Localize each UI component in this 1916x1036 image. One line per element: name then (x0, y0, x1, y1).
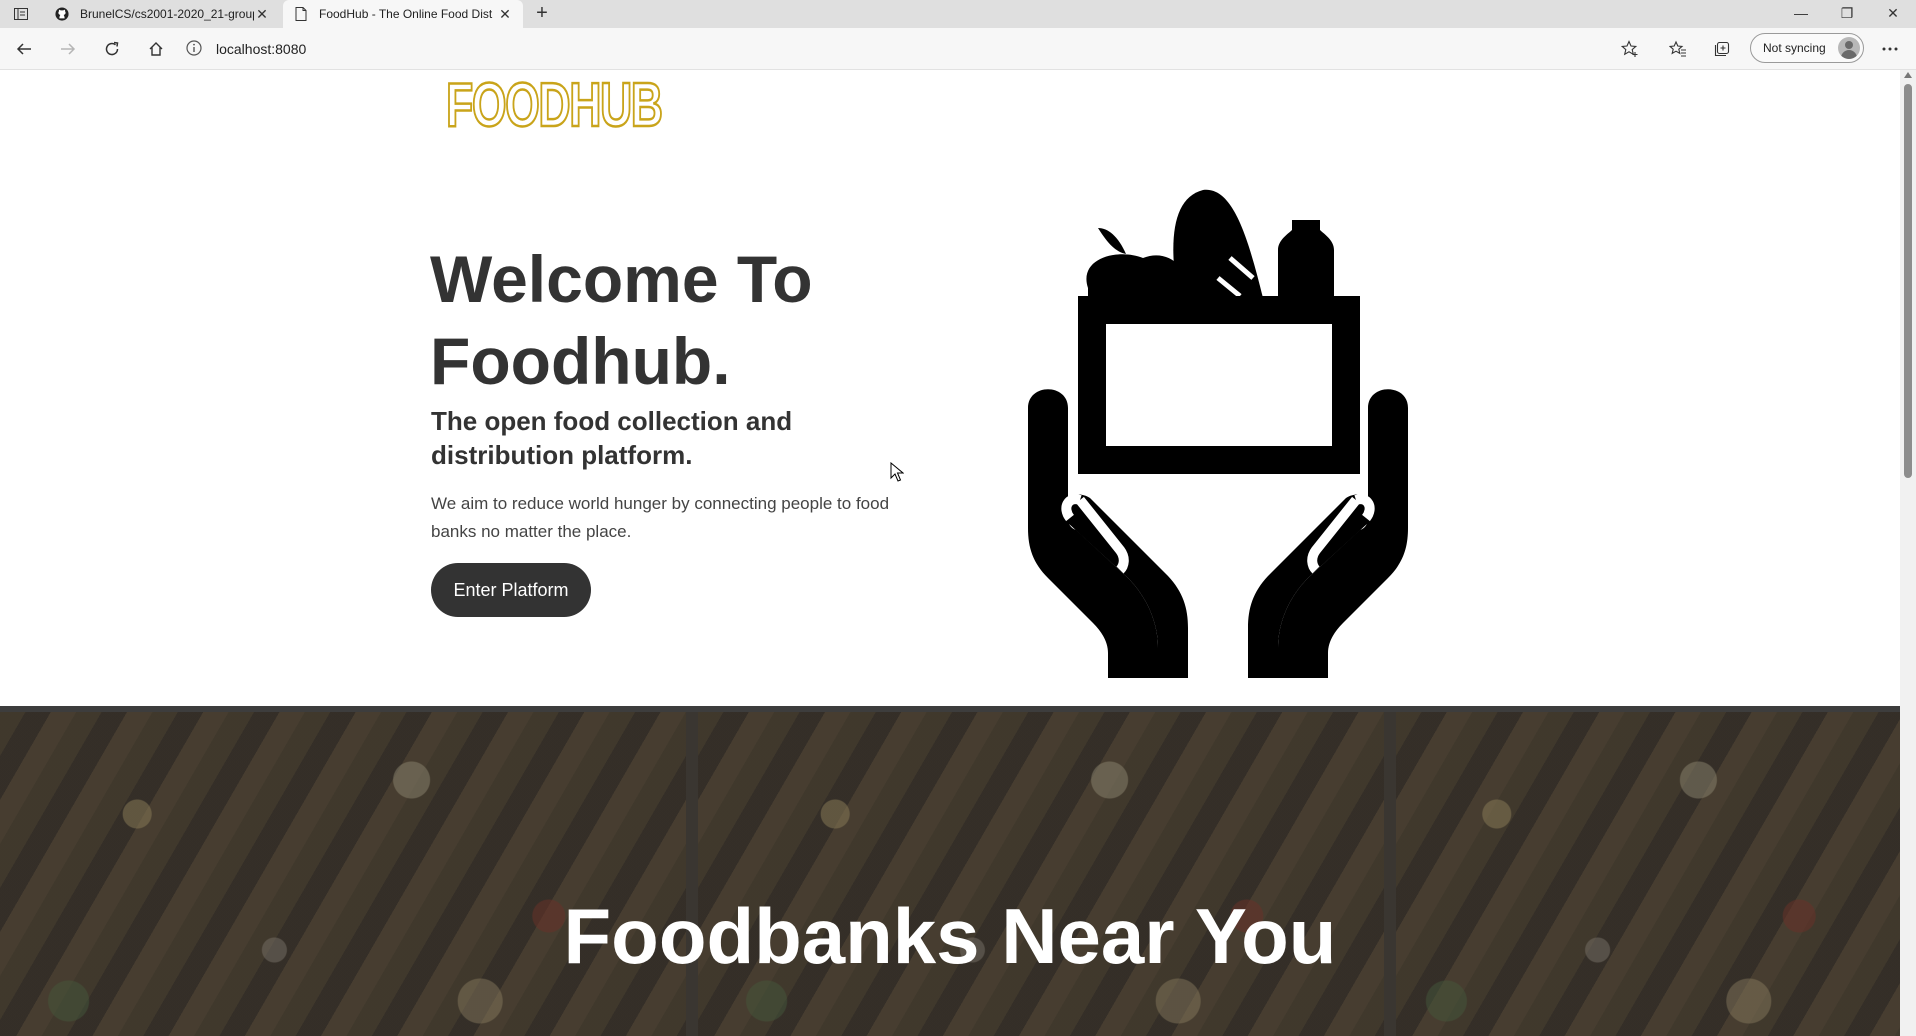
back-arrow-icon[interactable] (12, 37, 36, 61)
banner-image (698, 712, 1384, 1036)
hero-description: We aim to reduce world hunger by connect… (431, 494, 890, 541)
browser-tab-strip: BrunelCS/cs2001-2020_21-group ✕ FoodHub … (0, 0, 1916, 28)
hero-title: Welcome To Foodhub. (430, 238, 950, 402)
banner-image (1396, 712, 1900, 1036)
add-favorite-icon[interactable] (1618, 37, 1642, 61)
page-scrollbar[interactable] (1900, 70, 1916, 1036)
scroll-up-icon[interactable] (1904, 72, 1912, 78)
address-url: localhost:8080 (216, 41, 307, 57)
maximize-button[interactable]: ❐ (1824, 0, 1870, 28)
hands-holding-grocery-box-icon (1028, 189, 1408, 678)
forward-arrow-icon[interactable] (56, 37, 80, 61)
collections-icon[interactable] (1710, 37, 1734, 61)
scrollbar-thumb[interactable] (1904, 84, 1912, 478)
tab-close-icon[interactable]: ✕ (497, 6, 513, 23)
new-tab-button[interactable]: + (530, 2, 554, 26)
site-info-icon[interactable] (186, 40, 204, 58)
banner-image (0, 712, 686, 1036)
tab-close-icon[interactable]: ✕ (254, 6, 270, 23)
close-window-button[interactable]: ✕ (1870, 0, 1916, 28)
avatar (1838, 37, 1860, 59)
minimize-button[interactable]: — (1778, 0, 1824, 28)
tab-foodhub[interactable]: FoodHub - The Online Food Dist ✕ (283, 0, 523, 28)
enter-platform-button[interactable]: Enter Platform (431, 563, 591, 617)
banner-divider (686, 712, 698, 1036)
hero-title-line: Foodhub. (430, 324, 731, 398)
hero-subtitle: The open food collection and distributio… (431, 406, 793, 470)
banner-title: Foodbanks Near You (563, 892, 1337, 980)
favorites-icon[interactable] (1666, 37, 1690, 61)
mouse-cursor-icon (890, 462, 904, 482)
address-bar[interactable]: localhost:8080 (186, 33, 1636, 65)
github-icon (54, 6, 70, 22)
refresh-icon[interactable] (100, 37, 124, 61)
profile-sync-button[interactable]: Not syncing (1750, 33, 1864, 63)
tab-github[interactable]: BrunelCS/cs2001-2020_21-group ✕ (44, 0, 280, 28)
site-logo[interactable]: FOODHUB (445, 70, 664, 141)
page-icon (293, 6, 309, 22)
home-icon[interactable] (144, 37, 168, 61)
hero-title-line: Welcome To (430, 242, 813, 316)
page-viewport: FOODHUB Welcome To Foodhub. The open foo… (0, 70, 1900, 1036)
tab-actions-icon[interactable] (8, 4, 34, 24)
sync-label: Not syncing (1763, 41, 1826, 55)
tab-title: BrunelCS/cs2001-2020_21-group (80, 7, 254, 21)
banner-divider (1384, 712, 1396, 1036)
tab-title: FoodHub - The Online Food Dist (319, 7, 493, 21)
foodbanks-banner: Foodbanks Near You (0, 706, 1900, 1036)
browser-toolbar: localhost:8080 Not syncing (0, 28, 1916, 70)
more-menu-icon[interactable] (1878, 37, 1902, 61)
